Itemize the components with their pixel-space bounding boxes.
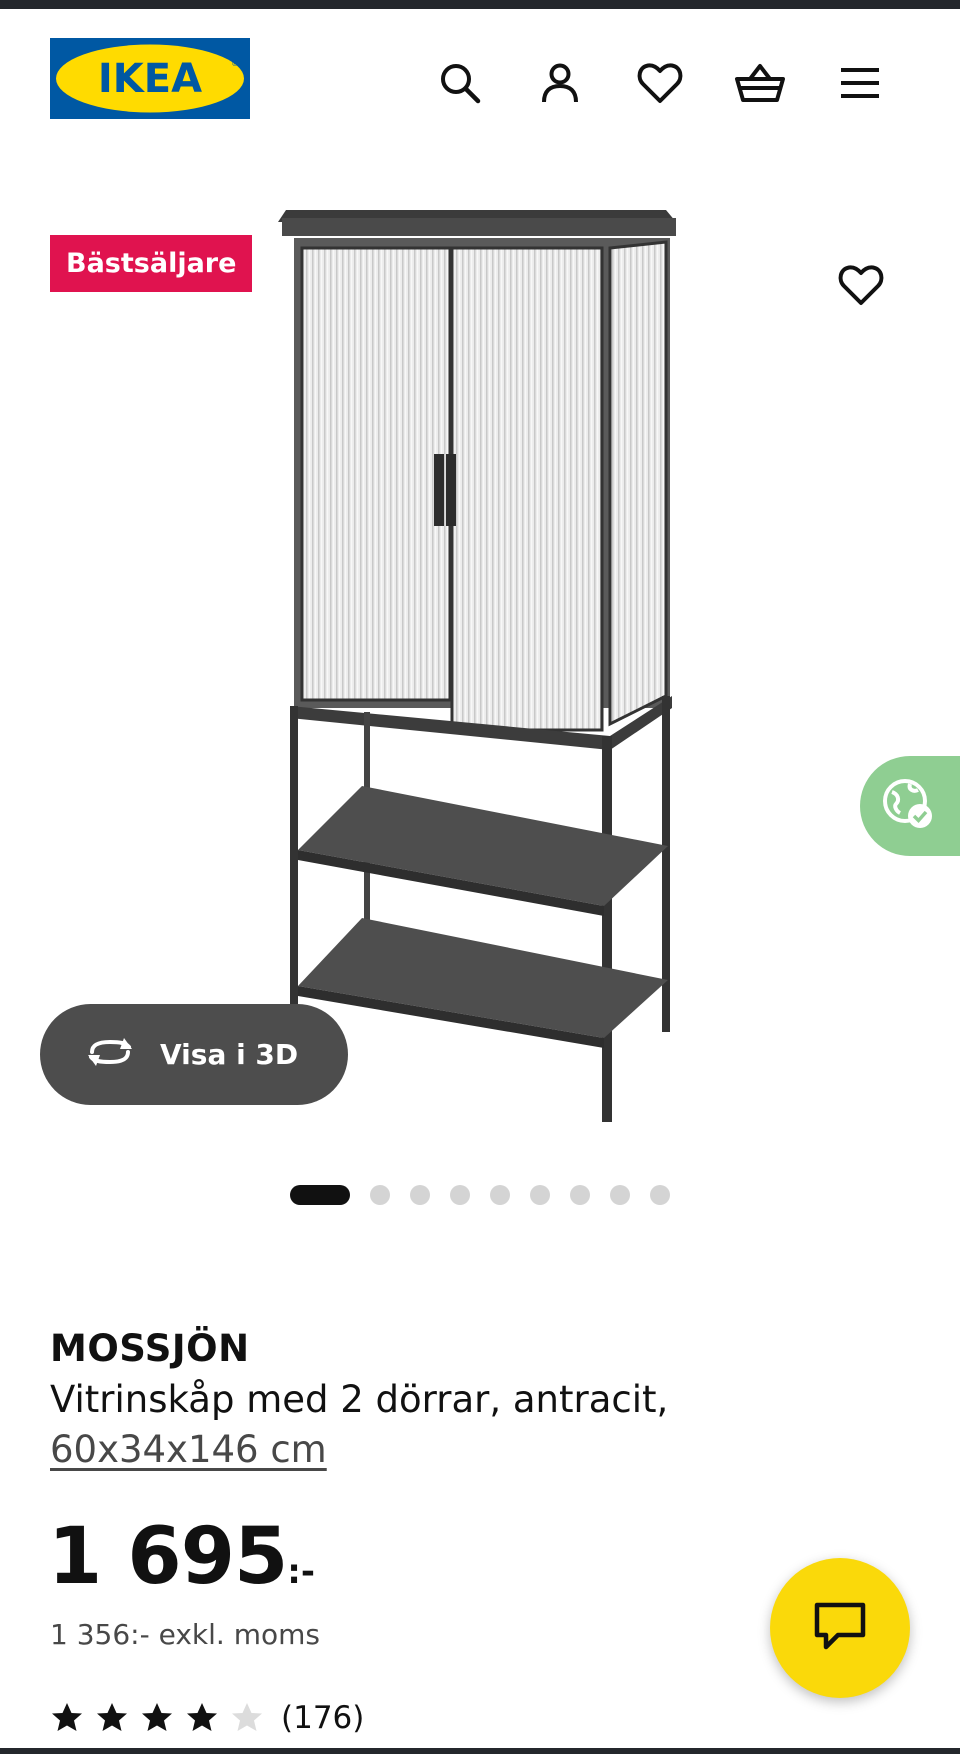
pagination-dot[interactable] xyxy=(490,1185,510,1205)
account-button[interactable] xyxy=(534,59,586,111)
pagination-dot[interactable] xyxy=(450,1185,470,1205)
search-button[interactable] xyxy=(434,59,486,111)
rotate-icon xyxy=(84,1035,136,1074)
basket-icon xyxy=(734,61,786,110)
chat-bubble-icon xyxy=(812,1600,868,1657)
user-icon xyxy=(538,61,582,110)
price-amount: 1 695 xyxy=(48,1512,288,1602)
view-in-3d-button[interactable]: Visa i 3D xyxy=(40,1004,348,1105)
pagination-dot[interactable] xyxy=(530,1185,550,1205)
price-suffix: :- xyxy=(287,1552,315,1592)
bestseller-badge: Bästsäljare xyxy=(50,235,253,292)
product-name: MOSSJÖN xyxy=(50,1327,250,1370)
svg-text:®: ® xyxy=(231,59,239,68)
star-empty-icon xyxy=(232,1703,262,1731)
star-filled-icon xyxy=(142,1703,172,1731)
product-price: 1 695 :- xyxy=(48,1512,315,1602)
rating-link[interactable]: (176) xyxy=(50,1698,364,1738)
gallery-pagination xyxy=(0,1185,960,1205)
heart-icon xyxy=(838,263,884,312)
review-count: (176) xyxy=(281,1700,365,1736)
pagination-dot-active[interactable] xyxy=(290,1185,350,1205)
product-dimensions-link[interactable]: 60x34x146 cm xyxy=(50,1425,327,1475)
star-filled-icon xyxy=(187,1703,217,1731)
pagination-dot[interactable] xyxy=(610,1185,630,1205)
search-icon xyxy=(438,61,482,110)
pagination-dot[interactable] xyxy=(410,1185,430,1205)
header: IKEA ® xyxy=(0,9,960,149)
logo-text: IKEA xyxy=(98,56,202,102)
cart-button[interactable] xyxy=(734,59,786,111)
favourites-button[interactable] xyxy=(634,59,686,111)
ikea-logo[interactable]: IKEA ® xyxy=(50,38,250,119)
chat-button[interactable] xyxy=(770,1558,910,1698)
pagination-dot[interactable] xyxy=(370,1185,390,1205)
pagination-dot[interactable] xyxy=(570,1185,590,1205)
bottom-bar xyxy=(0,1748,960,1754)
product-image[interactable] xyxy=(270,196,690,1126)
pagination-dot[interactable] xyxy=(650,1185,670,1205)
product-description: Vitrinskåp med 2 dörrar, antracit, xyxy=(50,1378,669,1421)
status-bar xyxy=(0,0,960,9)
menu-icon xyxy=(838,63,882,108)
menu-button[interactable] xyxy=(834,59,886,111)
sustainability-button[interactable] xyxy=(860,756,960,856)
view-in-3d-label: Visa i 3D xyxy=(160,1038,299,1071)
star-filled-icon xyxy=(97,1703,127,1731)
globe-check-icon xyxy=(880,776,936,837)
price-excl-vat: 1 356:- exkl. moms xyxy=(50,1618,320,1651)
star-filled-icon xyxy=(52,1703,82,1731)
heart-icon xyxy=(637,61,683,110)
add-to-favourites-button[interactable] xyxy=(834,260,888,314)
